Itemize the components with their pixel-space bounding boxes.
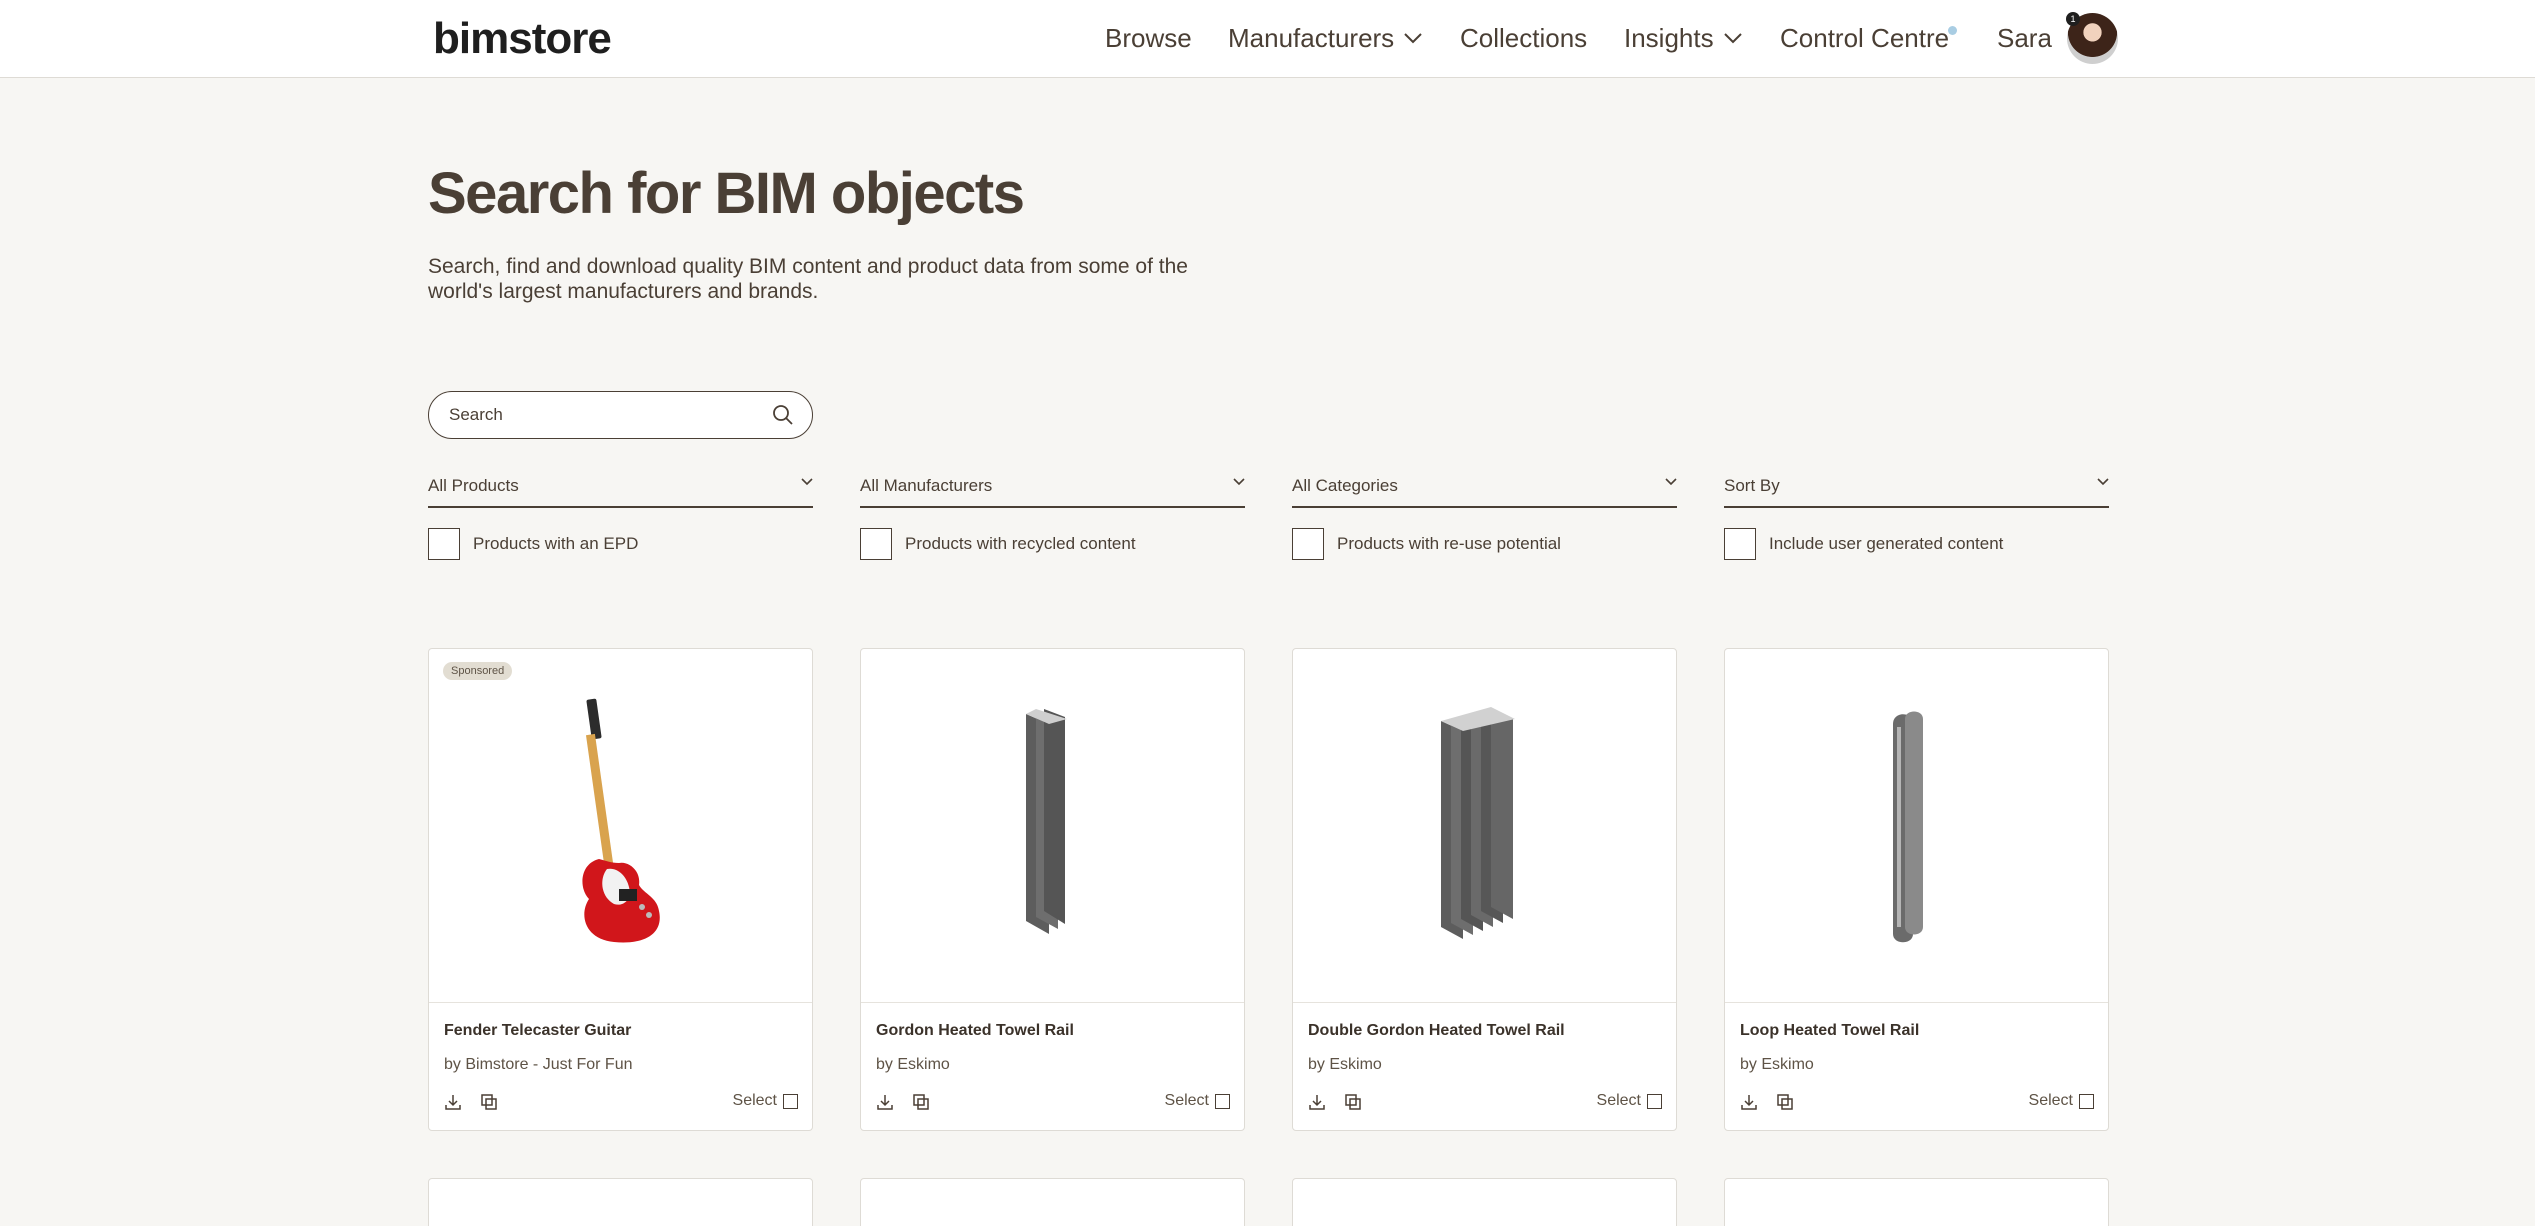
- product-manufacturer[interactable]: by Eskimo: [876, 1056, 950, 1074]
- checkbox-epd[interactable]: Products with an EPD: [428, 528, 638, 560]
- sponsored-badge: Sponsored: [443, 662, 513, 680]
- checkbox-recycled-label: Products with recycled content: [905, 534, 1136, 553]
- nav-insights[interactable]: Insights: [1624, 20, 1742, 56]
- filter-products-dropdown[interactable]: All Products: [428, 468, 813, 508]
- select-checkbox[interactable]: [783, 1093, 798, 1109]
- product-image[interactable]: Sponsored: [429, 649, 812, 1003]
- product-name[interactable]: Double Gordon Heated Towel Rail: [1308, 1022, 1565, 1040]
- product-image[interactable]: [1293, 649, 1676, 1003]
- checkbox-box[interactable]: [1292, 528, 1324, 560]
- checkbox-box[interactable]: [1724, 528, 1756, 560]
- search-icon[interactable]: [772, 404, 794, 426]
- nav-user-name[interactable]: Sara: [1997, 20, 2052, 56]
- checkbox-user-generated[interactable]: Include user generated content: [1724, 528, 2003, 560]
- nav-manufacturers[interactable]: Manufacturers: [1228, 20, 1422, 56]
- product-name[interactable]: Loop Heated Towel Rail: [1740, 1022, 1919, 1040]
- nav-collections-label: Collections: [1460, 22, 1588, 53]
- checkbox-reuse[interactable]: Products with re-use potential: [1292, 528, 1561, 560]
- towel-rail-image: [1026, 709, 1067, 934]
- product-card-next-row[interactable]: [860, 1178, 1245, 1226]
- filter-manufacturers-value: All Manufacturers: [860, 476, 993, 495]
- loop-towel-rail-image: [1893, 711, 1923, 943]
- copy-icon[interactable]: [1344, 1093, 1362, 1111]
- checkbox-box[interactable]: [428, 528, 460, 560]
- product-card[interactable]: Sponsored Fender Telecaster Guitar by Bi…: [428, 648, 813, 1131]
- select-checkbox[interactable]: [1647, 1093, 1662, 1109]
- nav-manufacturers-label: Manufacturers: [1228, 22, 1395, 53]
- chevron-down-icon: [801, 478, 813, 486]
- download-icon[interactable]: [876, 1093, 894, 1111]
- product-manufacturer[interactable]: by Bimstore - Just For Fun: [444, 1056, 633, 1074]
- select-label: Select: [1596, 1092, 1641, 1109]
- search-box: [428, 391, 813, 439]
- select-label: Select: [2028, 1092, 2073, 1109]
- nav-control-centre-label: Control Centre: [1780, 22, 1950, 53]
- chevron-down-icon: [1233, 478, 1245, 486]
- checkbox-user-generated-label: Include user generated content: [1769, 534, 2004, 553]
- select-checkbox[interactable]: [2079, 1093, 2094, 1109]
- checkbox-recycled[interactable]: Products with recycled content: [860, 528, 1136, 560]
- product-image[interactable]: [861, 649, 1244, 1003]
- search-input[interactable]: [449, 402, 749, 428]
- product-card[interactable]: Gordon Heated Towel Rail by Eskimo Selec…: [860, 648, 1245, 1131]
- select-label: Select: [732, 1092, 777, 1109]
- product-card[interactable]: Double Gordon Heated Towel Rail by Eskim…: [1292, 648, 1677, 1131]
- sort-by-dropdown[interactable]: Sort By: [1724, 468, 2109, 508]
- filter-manufacturers-dropdown[interactable]: All Manufacturers: [860, 468, 1245, 508]
- chevron-down-icon: [2097, 478, 2109, 486]
- checkbox-box[interactable]: [860, 528, 892, 560]
- nav-browse-label: Browse: [1105, 22, 1192, 53]
- product-card[interactable]: Loop Heated Towel Rail by Eskimo Select: [1724, 648, 2109, 1131]
- select-toggle[interactable]: Select: [2029, 1092, 2094, 1110]
- select-checkbox[interactable]: [1215, 1093, 1230, 1109]
- copy-icon[interactable]: [912, 1093, 930, 1111]
- download-icon[interactable]: [1308, 1093, 1326, 1111]
- filter-categories-value: All Categories: [1292, 476, 1398, 495]
- product-manufacturer[interactable]: by Eskimo: [1308, 1056, 1382, 1074]
- top-navigation-bar: bimstore Browse Manufacturers Collection…: [0, 0, 2535, 78]
- nav-control-centre[interactable]: Control Centre: [1780, 20, 1949, 56]
- product-card-next-row[interactable]: [1724, 1178, 2109, 1226]
- checkbox-reuse-label: Products with re-use potential: [1337, 534, 1561, 553]
- sort-by-value: Sort By: [1724, 476, 1780, 495]
- copy-icon[interactable]: [480, 1093, 498, 1111]
- select-toggle[interactable]: Select: [1165, 1092, 1230, 1110]
- select-toggle[interactable]: Select: [733, 1092, 798, 1110]
- product-name[interactable]: Gordon Heated Towel Rail: [876, 1022, 1074, 1040]
- download-icon[interactable]: [444, 1093, 462, 1111]
- product-image[interactable]: [1725, 649, 2108, 1003]
- product-name[interactable]: Fender Telecaster Guitar: [444, 1022, 631, 1040]
- nav-collections[interactable]: Collections: [1460, 20, 1587, 56]
- chevron-down-icon: [1404, 32, 1422, 43]
- select-toggle[interactable]: Select: [1597, 1092, 1662, 1110]
- avatar-badge: 1: [2066, 12, 2080, 26]
- page-title: Search for BIM objects: [428, 161, 1025, 226]
- product-manufacturer[interactable]: by Eskimo: [1740, 1056, 1814, 1074]
- filter-products-value: All Products: [428, 476, 519, 495]
- copy-icon[interactable]: [1776, 1093, 1794, 1111]
- product-card-next-row[interactable]: [1292, 1178, 1677, 1226]
- nav-browse[interactable]: Browse: [1105, 20, 1192, 56]
- user-name-label: Sara: [1997, 22, 2052, 53]
- download-icon[interactable]: [1740, 1093, 1758, 1111]
- guitar-image: [582, 698, 660, 943]
- chevron-down-icon: [1665, 478, 1677, 486]
- product-card-next-row[interactable]: [428, 1178, 813, 1226]
- checkbox-epd-label: Products with an EPD: [473, 534, 639, 553]
- chevron-down-icon: [1723, 32, 1742, 43]
- notification-dot: [1948, 26, 1957, 35]
- page-subtitle: Search, find and download quality BIM co…: [428, 255, 1188, 303]
- filter-categories-dropdown[interactable]: All Categories: [1292, 468, 1677, 508]
- nav-insights-label: Insights: [1624, 22, 1714, 53]
- double-towel-rail-image: [1441, 707, 1515, 939]
- select-label: Select: [1164, 1092, 1209, 1109]
- bimstore-logo[interactable]: bimstore: [433, 14, 612, 64]
